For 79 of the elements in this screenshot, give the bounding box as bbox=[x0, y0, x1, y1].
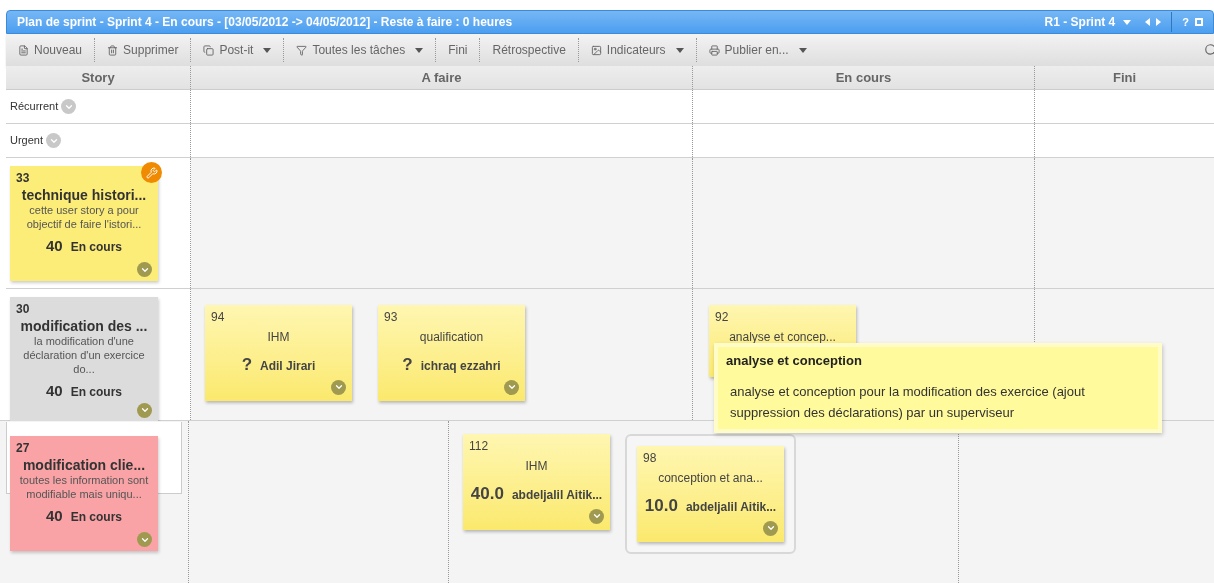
task-id: 93 bbox=[384, 309, 399, 326]
story-description: cette user story a pour objectif de faire l'istori... bbox=[25, 203, 143, 231]
story-id: 30 bbox=[16, 301, 31, 318]
tooltip-text: analyse et conception pour la modification des exercice (ajout suppression des déclarations) par un superviseur bbox=[730, 382, 1086, 422]
task-estimate: ? bbox=[241, 354, 252, 376]
task-card[interactable]: 94 IHM ? Adil Jirari bbox=[205, 305, 352, 401]
task-title: conception et ana... bbox=[657, 470, 764, 487]
expand-icon[interactable] bbox=[331, 379, 346, 395]
story-points: 40 bbox=[45, 236, 63, 256]
toolbar-button[interactable]: Indicateurs bbox=[578, 41, 696, 59]
story-id: 27 bbox=[16, 440, 31, 457]
toolbar-button[interactable]: Rétrospective bbox=[480, 41, 578, 59]
column-header: A faire bbox=[191, 66, 693, 89]
story-state: En cours bbox=[70, 239, 122, 256]
expand-icon[interactable] bbox=[46, 133, 62, 148]
task-title: IHM bbox=[266, 329, 291, 346]
toolbar-icon bbox=[107, 44, 119, 56]
toolbar-icon bbox=[708, 44, 720, 56]
task-assignee: abdeljalil Aitik... bbox=[685, 499, 777, 516]
task-assignee: abdeljalil Aitik... bbox=[511, 487, 603, 504]
toolbar-button[interactable]: Toutes les tâches bbox=[284, 41, 436, 59]
task-title: analyse et concep... bbox=[728, 329, 837, 346]
toolbar-button[interactable]: Supprimer bbox=[95, 41, 191, 59]
expand-icon[interactable] bbox=[137, 532, 152, 547]
caret-icon bbox=[675, 47, 684, 53]
task-card[interactable]: 98 conception et ana... 10.0 abdeljalil Aitik... bbox=[637, 446, 784, 542]
expand-icon[interactable] bbox=[504, 379, 519, 395]
task-title: qualification bbox=[418, 329, 485, 346]
task-estimate: ? bbox=[402, 354, 413, 376]
story-title: technique histori... bbox=[20, 187, 148, 203]
column-header: Fini bbox=[1111, 68, 1138, 87]
expand-icon[interactable] bbox=[61, 99, 77, 114]
lane-label: Urgent bbox=[10, 133, 44, 149]
story-state: En cours bbox=[70, 384, 122, 401]
toolbar-button[interactable]: Fini bbox=[436, 41, 480, 59]
toolbar-icon bbox=[590, 44, 602, 56]
toolbar-icon bbox=[18, 44, 29, 56]
story-title: modification des ... bbox=[19, 318, 149, 334]
story-points: 40 bbox=[45, 506, 63, 526]
task-id: 94 bbox=[211, 309, 226, 326]
story-title: modification clie... bbox=[21, 457, 147, 473]
story-description: la modification d'une déclaration d'un exercice do... bbox=[22, 334, 146, 376]
caret-icon bbox=[798, 47, 807, 53]
previous-icon[interactable] bbox=[1145, 18, 1151, 26]
caret-icon bbox=[1123, 19, 1132, 25]
caret-icon bbox=[263, 47, 272, 53]
maximize-icon[interactable] bbox=[1195, 18, 1203, 26]
task-estimate: 10.0 bbox=[644, 495, 678, 517]
task-estimate: 40.0 bbox=[470, 483, 504, 505]
expand-icon[interactable] bbox=[589, 508, 604, 524]
expand-icon[interactable] bbox=[137, 402, 152, 418]
story-id: 33 bbox=[16, 170, 31, 187]
task-card[interactable]: 93 qualification ? ichraq ezzahri bbox=[378, 305, 525, 401]
toolbar-button[interactable]: Nouveau bbox=[6, 41, 95, 59]
task-assignee: Adil Jirari bbox=[260, 358, 316, 375]
toolbar-icon bbox=[203, 44, 215, 56]
story-card[interactable]: 30 modification des ... la modification d'une déclaration d'un exercice do... 40 En cours bbox=[10, 297, 158, 422]
task-id: 112 bbox=[469, 438, 490, 455]
toolbar-button[interactable]: Publier en... bbox=[696, 41, 819, 59]
lane-label: Récurrent bbox=[10, 99, 59, 115]
task-assignee: ichraq ezzahri bbox=[420, 358, 501, 375]
expand-icon[interactable] bbox=[763, 520, 778, 536]
task-id: 92 bbox=[715, 309, 730, 326]
caret-icon bbox=[415, 47, 424, 53]
story-card[interactable]: 27 modification clie... toutes les information sont modifiable mais uniqu... 40 En cours bbox=[10, 436, 158, 551]
task-id: 98 bbox=[643, 450, 658, 467]
column-header: En cours bbox=[693, 66, 1035, 89]
task-title: IHM bbox=[524, 458, 549, 475]
story-description: toutes les information sont modifiable mais uniqu... bbox=[18, 473, 150, 501]
story-points: 40 bbox=[45, 381, 63, 401]
toolbar-button[interactable]: Post-it bbox=[191, 41, 284, 59]
window-title: Plan de sprint - Sprint 4 - En cours - [03/05/2012 -> 04/05/2012] - Reste à faire : 0 heures bbox=[17, 14, 513, 31]
search-icon[interactable] bbox=[1204, 43, 1214, 57]
expand-icon[interactable] bbox=[137, 262, 152, 277]
story-state: En cours bbox=[70, 509, 122, 526]
column-header: Story bbox=[6, 66, 191, 89]
toolbar-icon bbox=[296, 44, 308, 56]
task-card[interactable]: 112 IHM 40.0 abdeljalil Aitik... bbox=[463, 434, 610, 530]
next-icon[interactable] bbox=[1156, 18, 1162, 26]
